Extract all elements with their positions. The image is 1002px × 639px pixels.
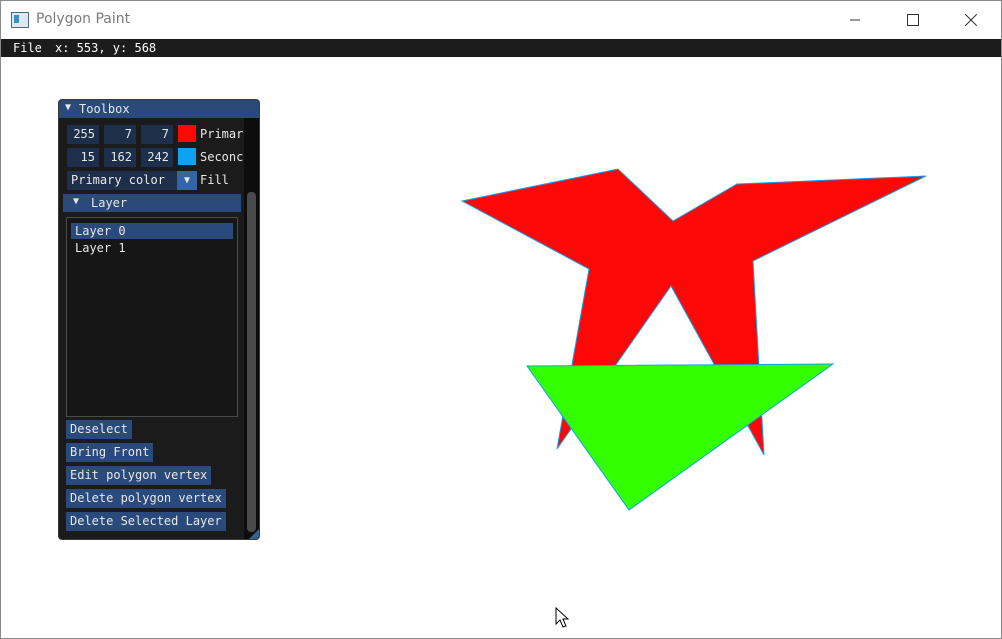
primary-green-field[interactable]: 7 bbox=[104, 125, 136, 144]
collapse-arrow-icon[interactable]: ▼ bbox=[65, 102, 71, 113]
mouse-cursor-icon bbox=[555, 607, 569, 628]
minimize-button[interactable] bbox=[826, 1, 884, 39]
primary-blue-field[interactable]: 7 bbox=[141, 125, 173, 144]
toolbox-scrollbar-thumb[interactable] bbox=[247, 192, 256, 532]
deselect-button[interactable]: Deselect bbox=[66, 420, 132, 439]
secondary-blue-field[interactable]: 242 bbox=[141, 148, 173, 167]
delete-polygon-vertex-button[interactable]: Delete polygon vertex bbox=[66, 489, 226, 508]
fill-color-dropdown[interactable]: Primary color ▼ bbox=[67, 171, 197, 190]
menu-bar: File x: 553, y: 568 bbox=[1, 39, 1001, 57]
primary-color-label: Primar bbox=[200, 127, 244, 141]
chevron-down-icon[interactable]: ▼ bbox=[177, 171, 197, 190]
layer-item[interactable]: Layer 0 bbox=[71, 223, 233, 239]
minimize-icon bbox=[850, 19, 860, 21]
close-icon bbox=[965, 14, 977, 26]
menu-file[interactable]: File bbox=[13, 41, 42, 55]
app-window: Polygon Paint File x: 553, y: 568 ▼ Tool… bbox=[0, 0, 1002, 639]
secondary-color-swatch[interactable] bbox=[178, 148, 196, 165]
window-title: Polygon Paint bbox=[36, 11, 131, 27]
maximize-button[interactable] bbox=[884, 1, 942, 39]
polygon-layer-1[interactable] bbox=[526, 363, 835, 511]
title-bar[interactable]: Polygon Paint bbox=[1, 1, 1001, 39]
bring-front-button[interactable]: Bring Front bbox=[66, 443, 154, 462]
delete-selected-layer-button[interactable]: Delete Selected Layer bbox=[66, 512, 226, 531]
toolbox-panel: ▼ Toolbox 255 7 7 Primar 15 162 242 Seco… bbox=[58, 99, 260, 540]
primary-red-field[interactable]: 255 bbox=[67, 125, 99, 144]
collapse-arrow-icon: ▼ bbox=[73, 196, 80, 207]
layer-section-header[interactable]: ▼ Layer bbox=[63, 194, 241, 212]
layer-list[interactable]: Layer 0 Layer 1 bbox=[66, 217, 238, 417]
edit-polygon-vertex-button[interactable]: Edit polygon vertex bbox=[66, 466, 212, 485]
primary-color-swatch[interactable] bbox=[178, 125, 196, 142]
layer-item[interactable]: Layer 1 bbox=[71, 240, 233, 256]
secondary-green-field[interactable]: 162 bbox=[104, 148, 136, 167]
cursor-coordinates: x: 553, y: 568 bbox=[55, 41, 157, 55]
toolbox-title-bar[interactable]: ▼ Toolbox bbox=[59, 100, 259, 118]
app-icon bbox=[11, 12, 29, 28]
resize-grip-icon[interactable] bbox=[249, 529, 259, 539]
secondary-color-label: Seconc bbox=[200, 150, 244, 164]
layer-section-title: Layer bbox=[91, 196, 128, 210]
fill-label: Fill bbox=[200, 173, 229, 187]
fill-dropdown-value: Primary color bbox=[71, 173, 165, 187]
close-button[interactable] bbox=[942, 1, 1000, 39]
toolbox-title: Toolbox bbox=[79, 102, 130, 116]
secondary-red-field[interactable]: 15 bbox=[67, 148, 99, 167]
maximize-icon bbox=[907, 14, 919, 26]
